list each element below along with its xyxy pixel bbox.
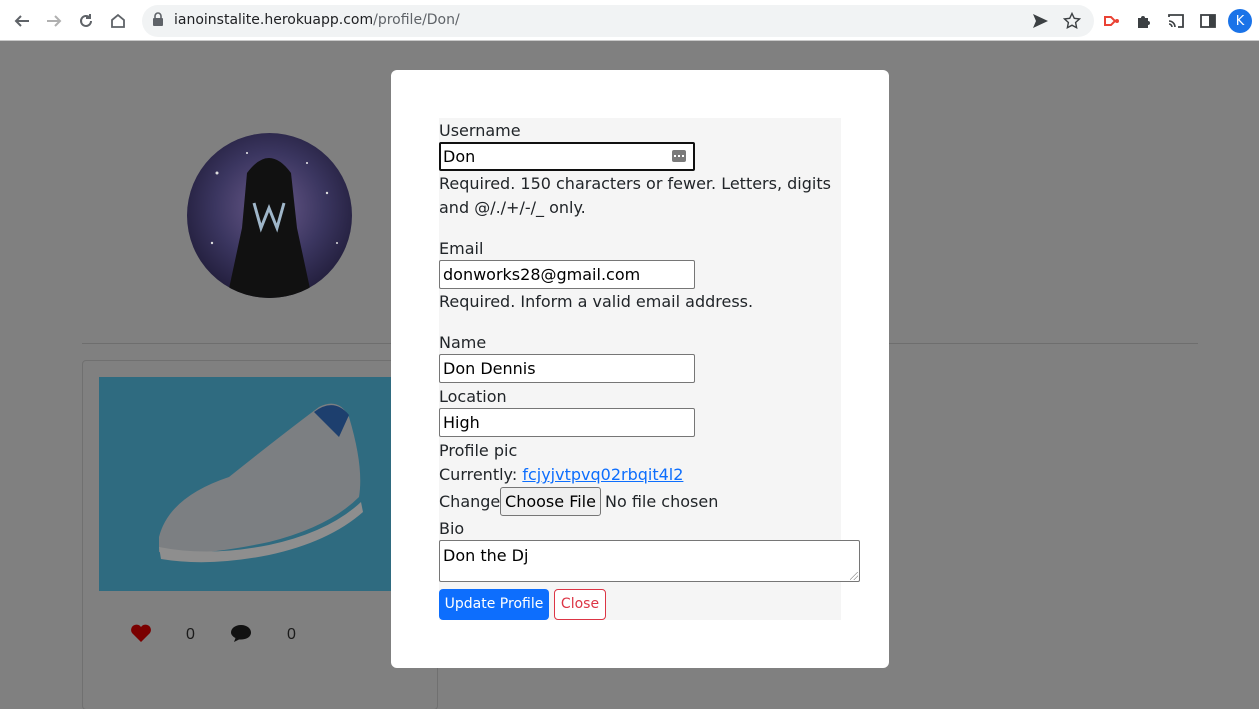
home-icon[interactable] xyxy=(105,8,131,34)
extension-red-icon[interactable] xyxy=(1101,10,1123,32)
no-file-chosen-text: No file chosen xyxy=(605,492,719,511)
extensions-puzzle-icon[interactable] xyxy=(1133,10,1155,32)
url-text: ianoinstalite.herokuapp.com/profile/Don/ xyxy=(174,12,460,28)
email-label: Email xyxy=(439,239,484,258)
post-card[interactable] xyxy=(82,360,438,709)
close-button[interactable]: Close xyxy=(554,589,606,620)
bio-label: Bio xyxy=(439,519,465,538)
username-value: Don xyxy=(443,147,476,166)
currently-label: Currently: xyxy=(439,465,518,484)
username-help-text: Required. 150 characters or fewer. Lette… xyxy=(439,174,831,217)
send-icon[interactable] xyxy=(1029,10,1051,32)
update-profile-button[interactable]: Update Profile xyxy=(439,589,549,620)
bookmark-star-icon[interactable] xyxy=(1061,10,1083,32)
bio-value: Don the Dj xyxy=(443,546,529,565)
comments-count: 0 xyxy=(287,626,296,643)
reload-icon[interactable] xyxy=(73,8,99,34)
change-label: Change: xyxy=(439,492,506,511)
cast-icon[interactable] xyxy=(1165,10,1187,32)
email-help-text: Required. Inform a valid email address. xyxy=(439,292,754,311)
location-input[interactable]: High xyxy=(439,408,695,437)
profile-avatar-icon[interactable]: K xyxy=(1228,9,1252,33)
name-input[interactable]: Don Dennis xyxy=(439,354,695,383)
name-label: Name xyxy=(439,333,487,352)
comment-icon[interactable] xyxy=(230,623,252,643)
current-file-link[interactable]: fcjyjvtpvq02rbqit4l2 xyxy=(522,465,683,484)
currently-row: Currently: fcjyjvtpvq02rbqit4l2 xyxy=(439,465,683,484)
username-input[interactable]: Don xyxy=(439,142,695,171)
location-label: Location xyxy=(439,387,507,406)
email-input[interactable]: donworks28@gmail.com xyxy=(439,260,695,289)
browser-toolbar: ianoinstalite.herokuapp.com/profile/Don/… xyxy=(0,0,1259,41)
email-value: donworks28@gmail.com xyxy=(443,265,641,284)
location-value: High xyxy=(443,413,480,432)
username-label: Username xyxy=(439,121,521,140)
post-image[interactable] xyxy=(99,377,409,591)
name-value: Don Dennis xyxy=(443,359,536,378)
bio-textarea[interactable]: Don the Dj xyxy=(439,540,860,582)
side-panel-icon[interactable] xyxy=(1197,10,1219,32)
lock-icon xyxy=(153,12,163,26)
like-heart-icon[interactable] xyxy=(130,623,152,643)
password-manager-key-icon[interactable] xyxy=(672,150,686,162)
profile-pic-label: Profile pic xyxy=(439,441,518,460)
likes-count: 0 xyxy=(186,626,195,643)
back-icon[interactable] xyxy=(9,8,35,34)
choose-file-button[interactable]: Choose File xyxy=(500,487,601,516)
profile-picture xyxy=(187,133,352,298)
resize-handle-icon[interactable] xyxy=(850,572,858,580)
forward-icon[interactable] xyxy=(41,8,67,34)
